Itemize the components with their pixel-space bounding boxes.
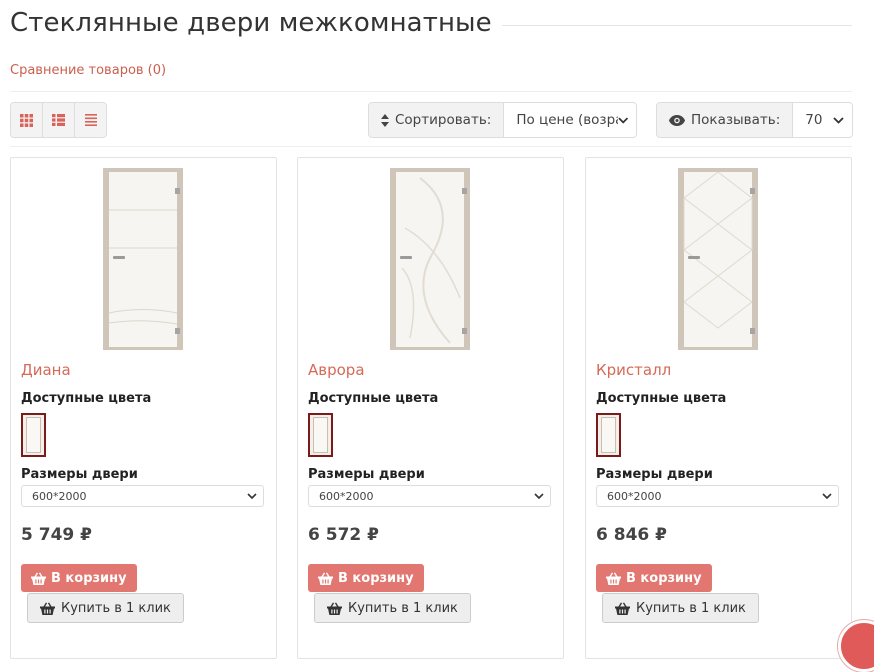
buy-one-click-button[interactable]: Купить в 1 клик	[27, 593, 184, 623]
product-card: Кристалл Доступные цвета Размеры двери 6…	[585, 157, 852, 659]
available-colors-label: Доступные цвета	[596, 391, 727, 406]
add-to-cart-button[interactable]: В корзину	[21, 564, 137, 592]
show-label: Показывать:	[691, 112, 781, 128]
product-card: Диана Доступные цвета Размеры двери 600*…	[10, 157, 277, 659]
list-icon	[52, 114, 65, 126]
product-card: Аврора Доступные цвета Размеры двери 600…	[297, 157, 564, 659]
divider	[10, 146, 852, 147]
sort-control: Сортировать: По цене (возра	[368, 102, 637, 138]
product-price: 5 749 ₽	[21, 525, 92, 545]
color-swatch[interactable]	[21, 413, 46, 457]
basket-icon	[40, 601, 55, 615]
add-to-cart-label: В корзину	[626, 570, 702, 586]
add-to-cart-label: В корзину	[338, 570, 414, 586]
size-select[interactable]: 600*2000	[596, 485, 839, 507]
eye-icon	[669, 114, 685, 126]
divider	[10, 91, 852, 92]
compare-link[interactable]: Сравнение товаров (0)	[10, 63, 166, 78]
chevron-down-icon	[617, 117, 628, 124]
sort-icon	[381, 113, 389, 127]
chevron-down-icon	[534, 493, 544, 499]
basket-icon	[327, 601, 342, 615]
buy-one-click-button[interactable]: Купить в 1 клик	[314, 593, 471, 623]
available-colors-label: Доступные цвета	[21, 391, 152, 406]
grid-icon	[20, 113, 33, 127]
sort-label: Сортировать:	[395, 112, 492, 128]
buy-one-click-button[interactable]: Купить в 1 клик	[602, 593, 759, 623]
color-swatch[interactable]	[308, 413, 333, 457]
color-swatch[interactable]	[596, 413, 621, 457]
basket-icon	[606, 571, 621, 585]
product-price: 6 572 ₽	[308, 525, 379, 545]
basket-icon	[31, 571, 46, 585]
product-price: 6 846 ₽	[596, 525, 667, 545]
size-value: 600*2000	[319, 489, 374, 503]
size-value: 600*2000	[32, 489, 87, 503]
title-divider	[502, 25, 852, 26]
size-select[interactable]: 600*2000	[308, 485, 551, 507]
page-title: Стеклянные двери межкомнатные	[10, 8, 492, 38]
add-to-cart-button[interactable]: В корзину	[596, 564, 712, 592]
show-count-control: Показывать: 70	[656, 102, 853, 138]
sort-addon: Сортировать:	[369, 103, 505, 137]
compact-list-icon	[84, 114, 97, 126]
sort-value: По цене (возра	[516, 112, 618, 128]
show-addon: Показывать:	[657, 103, 794, 137]
list-view-button[interactable]	[43, 103, 75, 137]
product-name[interactable]: Кристалл	[596, 361, 671, 379]
view-mode-group	[10, 102, 107, 138]
basket-icon	[318, 571, 333, 585]
compact-list-view-button[interactable]	[75, 103, 106, 137]
add-to-cart-label: В корзину	[51, 570, 127, 586]
available-colors-label: Доступные цвета	[308, 391, 439, 406]
product-image[interactable]	[390, 168, 470, 350]
sort-select[interactable]: По цене (возра	[504, 103, 636, 137]
show-value: 70	[805, 112, 823, 128]
show-select[interactable]: 70	[793, 103, 852, 137]
door-sizes-label: Размеры двери	[596, 467, 713, 482]
size-select[interactable]: 600*2000	[21, 485, 264, 507]
product-name[interactable]: Аврора	[308, 361, 365, 379]
chevron-down-icon	[833, 116, 844, 124]
buy-one-click-label: Купить в 1 клик	[636, 600, 746, 616]
buy-one-click-label: Купить в 1 клик	[61, 600, 171, 616]
add-to-cart-button[interactable]: В корзину	[308, 564, 424, 592]
product-name[interactable]: Диана	[21, 361, 71, 379]
product-image[interactable]	[678, 168, 758, 350]
basket-icon	[615, 601, 630, 615]
chevron-down-icon	[247, 493, 257, 499]
door-sizes-label: Размеры двери	[308, 467, 425, 482]
buy-one-click-label: Купить в 1 клик	[348, 600, 458, 616]
grid-view-button[interactable]	[11, 103, 43, 137]
size-value: 600*2000	[607, 489, 662, 503]
door-sizes-label: Размеры двери	[21, 467, 138, 482]
chevron-down-icon	[822, 493, 832, 499]
product-image[interactable]	[103, 168, 183, 350]
